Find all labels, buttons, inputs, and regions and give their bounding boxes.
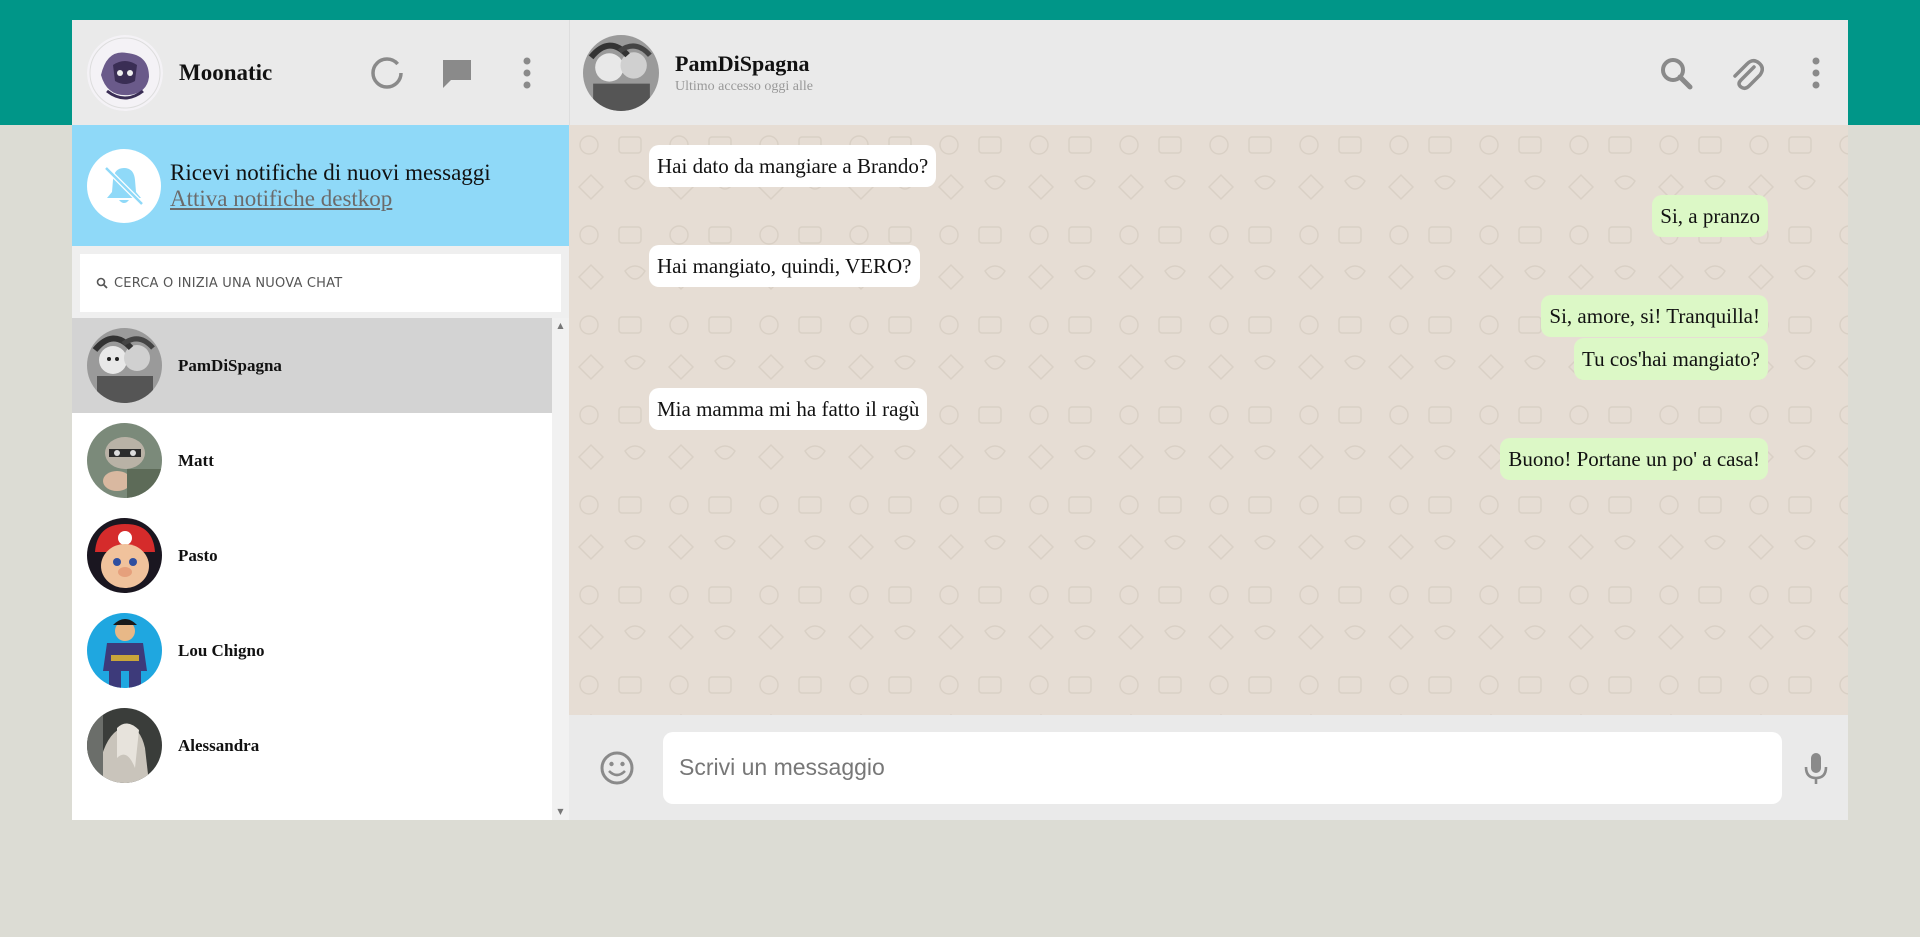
search-box [80, 254, 561, 312]
avatar [87, 613, 162, 688]
emoji-icon[interactable] [597, 748, 637, 788]
message-row: Tu cos'hai mangiato? [649, 338, 1768, 380]
contact-name: PamDiSpagna [675, 50, 810, 76]
message-row: Si, amore, si! Tranquilla! [649, 295, 1768, 337]
avatar [87, 518, 162, 593]
search-area [72, 246, 569, 318]
user-name: Moonatic [179, 59, 273, 85]
chat-name: Matt [178, 450, 214, 470]
message-bubble: Hai mangiato, quindi, VERO? [649, 245, 920, 287]
avatar [87, 423, 162, 498]
search-small-icon [96, 277, 108, 289]
avatar [87, 328, 162, 403]
message-row: Hai mangiato, quindi, VERO? [649, 245, 1768, 287]
user-avatar-icon [87, 34, 163, 111]
chat-name: Lou Chigno [178, 640, 265, 660]
chat-name: Pasto [178, 545, 218, 565]
new-chat-icon[interactable] [433, 49, 481, 97]
sidebar: Moonatic Ricevi notifiche di nuovi messa… [72, 20, 569, 820]
notification-title: Ricevi notifiche di nuovi messaggi [170, 159, 491, 185]
message-bubble: Tu cos'hai mangiato? [1574, 338, 1768, 380]
chat-item-alessandra[interactable]: Alessandra [72, 698, 552, 793]
message-row: Si, a pranzo [649, 195, 1768, 237]
sidebar-header: Moonatic [72, 20, 569, 125]
user-avatar[interactable] [87, 34, 163, 111]
message-input[interactable] [663, 731, 1782, 804]
microphone-icon[interactable] [1798, 748, 1834, 788]
chat-item-lou-chigno[interactable]: Lou Chigno [72, 603, 552, 698]
message-row: Buono! Portane un po' a casa! [649, 438, 1768, 480]
message-bubble: Hai dato da mangiare a Brando? [649, 145, 937, 187]
message-bubble: Buono! Portane un po' a casa! [1500, 438, 1768, 480]
chat-name: Alessandra [178, 735, 260, 755]
conversation-panel: PamDiSpagna Ultimo accesso oggi alle Hai… [569, 20, 1848, 820]
chat-item-matt[interactable]: Matt [72, 413, 552, 508]
avatar [87, 708, 162, 783]
scroll-up-arrow[interactable]: ▲ [552, 318, 569, 334]
notification-banner: Ricevi notifiche di nuovi messaggi Attiv… [72, 125, 569, 246]
message-row: Mia mamma mi ha fatto il ragù [649, 388, 1768, 430]
chat-item-pasto[interactable]: Pasto [72, 508, 552, 603]
chat-name: PamDiSpagna [178, 355, 282, 375]
message-row: Hai dato da mangiare a Brando? [649, 145, 1768, 187]
composer-bar [569, 715, 1848, 820]
enable-notifications-link[interactable]: Attiva notifiche destkop [170, 186, 491, 212]
chat-list-scrollbar[interactable]: ▲ ▼ [552, 318, 569, 820]
status-icon[interactable] [363, 49, 411, 97]
search-input[interactable] [114, 275, 514, 291]
contact-status: Ultimo accesso oggi alle [675, 78, 814, 94]
message-bubble: Mia mamma mi ha fatto il ragù [649, 388, 928, 430]
bell-off-icon[interactable] [87, 148, 161, 223]
menu-dots-icon[interactable] [1792, 49, 1840, 97]
menu-dots-icon[interactable] [503, 49, 551, 97]
app-window: Moonatic Ricevi notifiche di nuovi messa… [72, 20, 1848, 820]
conversation-header: PamDiSpagna Ultimo accesso oggi alle [569, 20, 1848, 125]
chat-list: PamDiSpagna Matt Pasto Lou Chigno Alessa… [72, 318, 552, 793]
search-icon[interactable] [1652, 49, 1700, 97]
chat-list-container: PamDiSpagna Matt Pasto Lou Chigno Alessa… [72, 318, 569, 820]
attach-icon[interactable] [1722, 49, 1770, 97]
message-bubble: Si, amore, si! Tranquilla! [1541, 295, 1768, 337]
contact-avatar[interactable] [583, 34, 659, 111]
message-area: Hai dato da mangiare a Brando? Si, a pra… [569, 125, 1848, 715]
scroll-down-arrow[interactable]: ▼ [552, 804, 569, 820]
chat-item-pamdispagna[interactable]: PamDiSpagna [72, 318, 552, 413]
message-bubble: Si, a pranzo [1652, 195, 1768, 237]
